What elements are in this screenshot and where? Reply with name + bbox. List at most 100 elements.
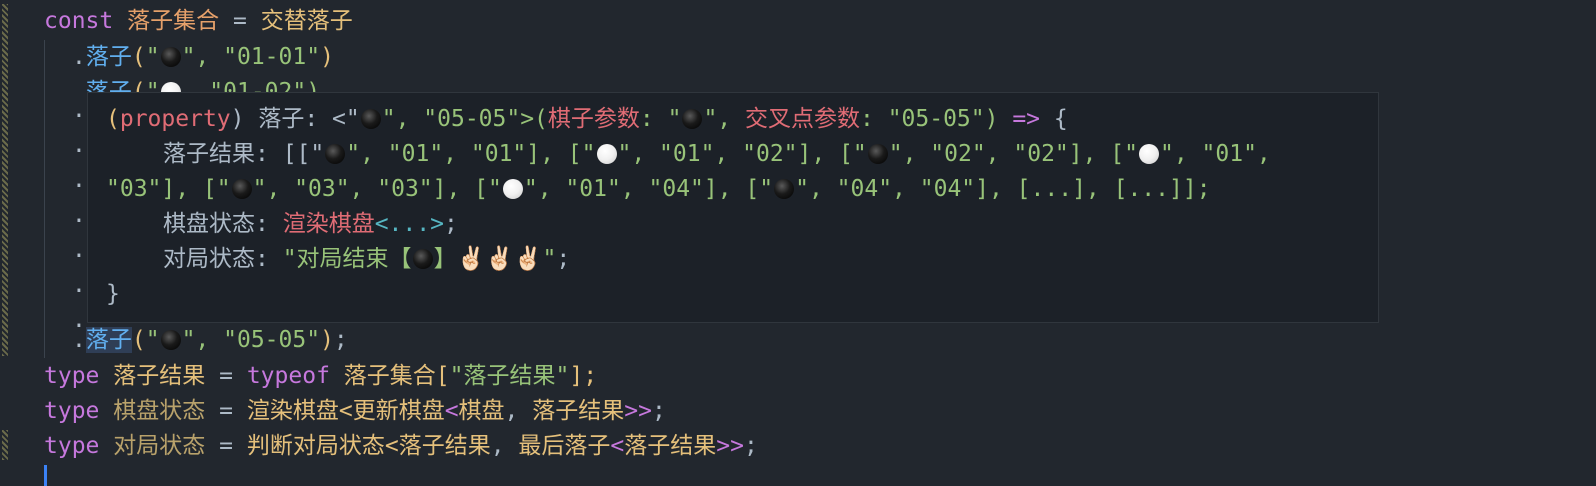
dot: . [72,202,86,228]
code-line[interactable]: . [72,128,86,163]
string: "落子结果" [449,363,570,389]
code-line[interactable]: type 棋盘状态 = 渲染棋盘<更新棋盘<棋盘, 落子结果>>; [44,394,666,429]
arrow: => [998,106,1041,132]
type-name: 落子结果 [398,433,491,459]
tooltip-close-line: } [106,277,120,312]
gutter [0,0,12,486]
property-label: 对局状态: [163,246,283,272]
white-stone-icon [596,144,617,164]
black-stone-icon [774,179,795,199]
string: "03"], [" [106,176,231,202]
brace: } [106,281,120,307]
tooltip-signature-line: (property) 落子: <" ", "05-05">(棋子参数: " ", 交… [106,102,1068,137]
semicolon: ; [651,398,666,424]
dot: . [72,237,86,263]
paren: ( [131,327,146,353]
black-stone-icon [325,144,346,164]
paren: ) [320,44,334,70]
string: ", "01", "01"], [" [346,141,596,167]
string: ", [181,44,224,70]
bracket: ]; [569,363,598,389]
black-stone-icon [160,47,181,67]
comma: , [490,433,519,459]
code-line[interactable]: const 落子集合 = 交替落子 [44,4,353,39]
angle: < [384,433,399,459]
dot: . [72,79,86,92]
dot: . [72,132,86,158]
method-name[interactable]: 落子 [85,327,132,353]
type-name: 落子结果 [624,433,717,459]
string: ", "01", "04"], [" [523,176,774,202]
param-name: 棋子参数 [547,106,640,132]
white-stone-icon [1139,144,1159,164]
code-line[interactable]: . [72,163,86,198]
operator: = [232,8,247,34]
string: ", [181,327,224,353]
type-name: 棋盘状态 [113,398,206,424]
code-line[interactable]: . [72,233,86,268]
code-line[interactable]: .落子(" ", "05-05"); [72,323,348,358]
black-stone-icon [160,330,181,350]
string: "对局结束【 [282,246,412,272]
code-line[interactable]: .落子(" ", "01-01") [72,40,334,75]
string: ", "03", "03"], [" [252,176,502,202]
type-name: 判断对局状态 [246,433,385,459]
keyword: type [44,433,100,459]
white-stone-icon [160,82,181,92]
modified-line-marker [2,4,8,356]
indent-guide [44,40,45,358]
property-label: 棋盘状态: [163,211,283,237]
signature-text: : " [639,106,682,132]
dot: . [72,167,86,193]
bracket: [ [435,363,450,389]
code-line[interactable]: type 对局状态 = 判断对局状态<落子结果, 最后落子<落子结果>>; [44,429,758,464]
semicolon: ; [743,433,758,459]
tooltip-result-line: "03"], [" ", "03", "03"], [" ", "01", "04"… [106,172,1211,207]
angle: < [338,398,353,424]
code-line[interactable]: type 落子结果 = typeof 落子集合["落子结果"]; [44,359,597,394]
modified-line-marker [2,430,8,460]
white-stone-icon [502,179,523,199]
semicolon: ; [556,246,571,272]
victory-hand-icon: ✌🏻✌🏻✌🏻 [456,246,543,272]
dot: . [72,327,86,353]
string: ", "04", "04"], [...], [...]]; [795,176,1211,202]
code-line[interactable]: .落子(" "01-02") [72,75,320,92]
string: "01-01" [223,44,321,70]
signature-text: ", [703,106,745,132]
signature-text: ) 落子: <" [230,106,360,132]
tooltip-result-line: 落子结果: [[" ", "01", "01"], [" ", "01", "02"… [163,137,1271,172]
type-name: 棋盘 [458,398,505,424]
comma: , [504,398,533,424]
code-line[interactable]: . [72,198,86,233]
string: ", "01", [1160,141,1271,167]
identifier: 落子集合 [343,363,436,389]
operator: = [219,433,233,459]
keyword: property [119,106,231,132]
hover-tooltip[interactable]: (property) 落子: <" ", "05-05">(棋子参数: " ", 交… [87,92,1379,323]
paren: ( [131,44,146,70]
angle: >> [624,398,652,424]
operator: = [219,398,233,424]
string: ", "02", "02"], [" [888,141,1138,167]
code-line[interactable]: . [72,268,86,303]
string: " [145,79,160,92]
string: ", "01", "02"], [" [617,141,867,167]
brace: { [1040,106,1068,132]
paren: ) [320,327,334,353]
identifier: 交替落子 [260,8,353,34]
paren: ( [131,79,146,92]
angle: >> [716,433,744,459]
semicolon: ; [443,211,458,237]
generic: <...> [374,211,444,237]
method-name: 落子 [85,44,132,70]
string: " [542,246,557,272]
type-name: 最后落子 [518,433,611,459]
angle: < [444,398,459,424]
dot: . [72,44,86,70]
dot: . [72,272,86,298]
code-line[interactable]: . [72,93,86,128]
tooltip-game-line: 对局状态: "对局结束【 】✌🏻✌🏻✌🏻"; [163,242,570,277]
operator: = [219,363,233,389]
type-name: 落子结果 [532,398,625,424]
